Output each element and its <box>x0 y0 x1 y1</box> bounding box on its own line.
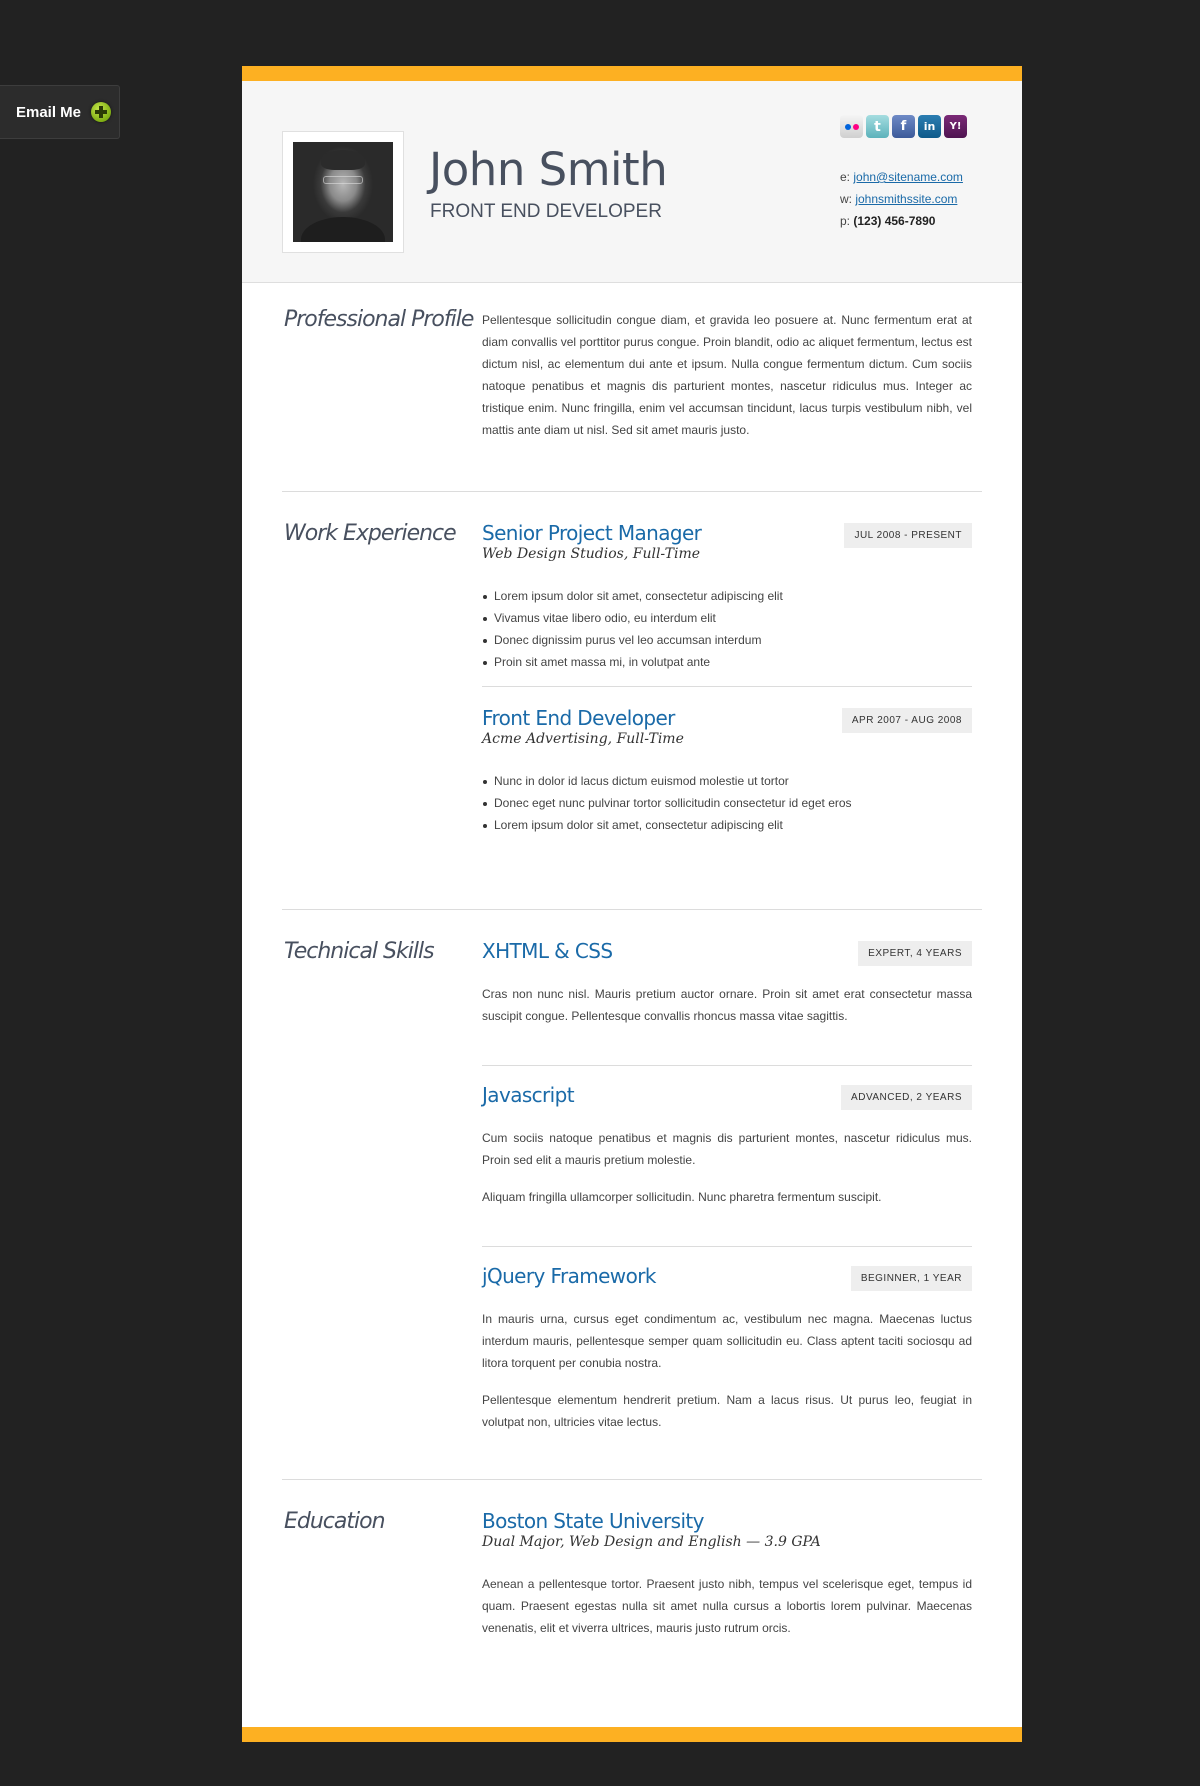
email-prefix: e: <box>840 170 851 184</box>
contact-info: e: john@sitename.com w: johnsmithssite.c… <box>840 166 963 232</box>
contact-web-row: w: johnsmithssite.com <box>840 188 963 210</box>
job-item: Senior Project Manager Web Design Studio… <box>482 521 972 673</box>
skill-description: Cras non nunc nisl. Mauris pretium aucto… <box>482 987 972 1023</box>
job-bullet: Proin sit amet massa mi, in volutpat ant… <box>482 651 972 673</box>
job-bullet: Nunc in dolor id lacus dictum euismod mo… <box>482 770 972 792</box>
bottom-accent-bar <box>242 1727 1022 1742</box>
email-me-label: Email Me <box>16 103 82 121</box>
skill-description: Cum sociis natoque penatibus et magnis d… <box>482 1131 972 1167</box>
skill-level-badge: BEGINNER, 1 YEAR <box>850 1266 972 1291</box>
job-bullet: Lorem ipsum dolor sit amet, consectetur … <box>482 585 972 607</box>
facebook-icon[interactable]: f <box>892 115 915 138</box>
section-divider <box>282 491 982 492</box>
web-prefix: w: <box>840 192 852 206</box>
skill-level-badge: EXPERT, 4 YEARS <box>858 941 972 966</box>
skill-description: Pellentesque elementum hendrerit pretium… <box>482 1393 972 1429</box>
job-bullet: Lorem ipsum dolor sit amet, consectetur … <box>482 814 972 836</box>
section-divider <box>282 909 982 910</box>
job-bullets: Lorem ipsum dolor sit amet, consectetur … <box>482 585 972 673</box>
skill-level-badge: ADVANCED, 2 YEARS <box>841 1085 972 1110</box>
skill-item: Javascript ADVANCED, 2 YEARS Cum sociis … <box>482 1083 972 1208</box>
social-links: t f in Y! <box>840 115 967 138</box>
section-title-skills: Technical Skills <box>284 939 435 964</box>
phone-number: (123) 456-7890 <box>853 214 936 228</box>
person-name: John Smith <box>429 143 668 196</box>
resume-header: John Smith FRONT END DEVELOPER t f in Y!… <box>242 81 1022 283</box>
degree-info: Dual Major, Web Design and English — 3.9… <box>482 1534 821 1550</box>
email-link[interactable]: john@sitename.com <box>853 170 963 184</box>
photo-glasses <box>323 176 363 184</box>
item-divider <box>482 1065 972 1066</box>
school-name: Boston State University <box>482 1509 704 1533</box>
item-divider <box>482 1246 972 1247</box>
phone-prefix: p: <box>840 214 851 228</box>
plus-circle-icon <box>91 102 112 122</box>
job-bullet: Vivamus vitae libero odio, eu interdum e… <box>482 607 972 629</box>
job-company: Acme Advertising, Full-Time <box>482 731 684 747</box>
job-dates-badge: APR 2007 - AUG 2008 <box>841 708 972 733</box>
website-link[interactable]: johnsmithssite.com <box>855 192 957 206</box>
education-description: Aenean a pellentesque tortor. Praesent j… <box>482 1577 972 1635</box>
linkedin-icon[interactable]: in <box>918 115 941 138</box>
job-bullet: Donec dignissim purus vel leo accumsan i… <box>482 629 972 651</box>
section-title-profile: Professional Profile <box>284 307 474 332</box>
education-item: Boston State University Dual Major, Web … <box>482 1509 972 1639</box>
profile-content: Pellentesque sollicitudin congue diam, e… <box>482 309 972 441</box>
email-me-button[interactable]: Email Me <box>0 85 120 139</box>
contact-email-row: e: john@sitename.com <box>840 166 963 188</box>
photo-shoulders <box>301 217 385 242</box>
yahoo-icon[interactable]: Y! <box>944 115 967 138</box>
job-dates-badge: JUL 2008 - PRESENT <box>844 523 972 548</box>
item-divider <box>482 686 972 687</box>
profile-photo <box>293 142 393 242</box>
flickr-icon[interactable] <box>840 115 863 138</box>
photo-hair <box>321 150 365 170</box>
profile-text: Pellentesque sollicitudin congue diam, e… <box>482 313 972 437</box>
section-title-education: Education <box>284 1509 386 1534</box>
section-divider <box>282 1479 982 1480</box>
resume-page: John Smith FRONT END DEVELOPER t f in Y!… <box>242 66 1022 1742</box>
job-item: Front End Developer Acme Advertising, Fu… <box>482 706 972 836</box>
skill-item: jQuery Framework BEGINNER, 1 YEAR In mau… <box>482 1264 972 1433</box>
skill-description: In mauris urna, cursus eget condimentum … <box>482 1312 972 1370</box>
skill-description: Aliquam fringilla ullamcorper sollicitud… <box>482 1190 882 1204</box>
person-role: FRONT END DEVELOPER <box>430 201 662 222</box>
section-title-work: Work Experience <box>284 521 457 546</box>
job-bullets: Nunc in dolor id lacus dictum euismod mo… <box>482 770 972 836</box>
job-company: Web Design Studios, Full-Time <box>482 546 701 562</box>
contact-phone-row: p: (123) 456-7890 <box>840 210 963 232</box>
skill-item: XHTML & CSS EXPERT, 4 YEARS Cras non nun… <box>482 939 972 1027</box>
top-accent-bar <box>242 66 1022 81</box>
profile-photo-frame <box>282 131 404 253</box>
twitter-icon[interactable]: t <box>866 115 889 138</box>
job-bullet: Donec eget nunc pulvinar tortor sollicit… <box>482 792 972 814</box>
